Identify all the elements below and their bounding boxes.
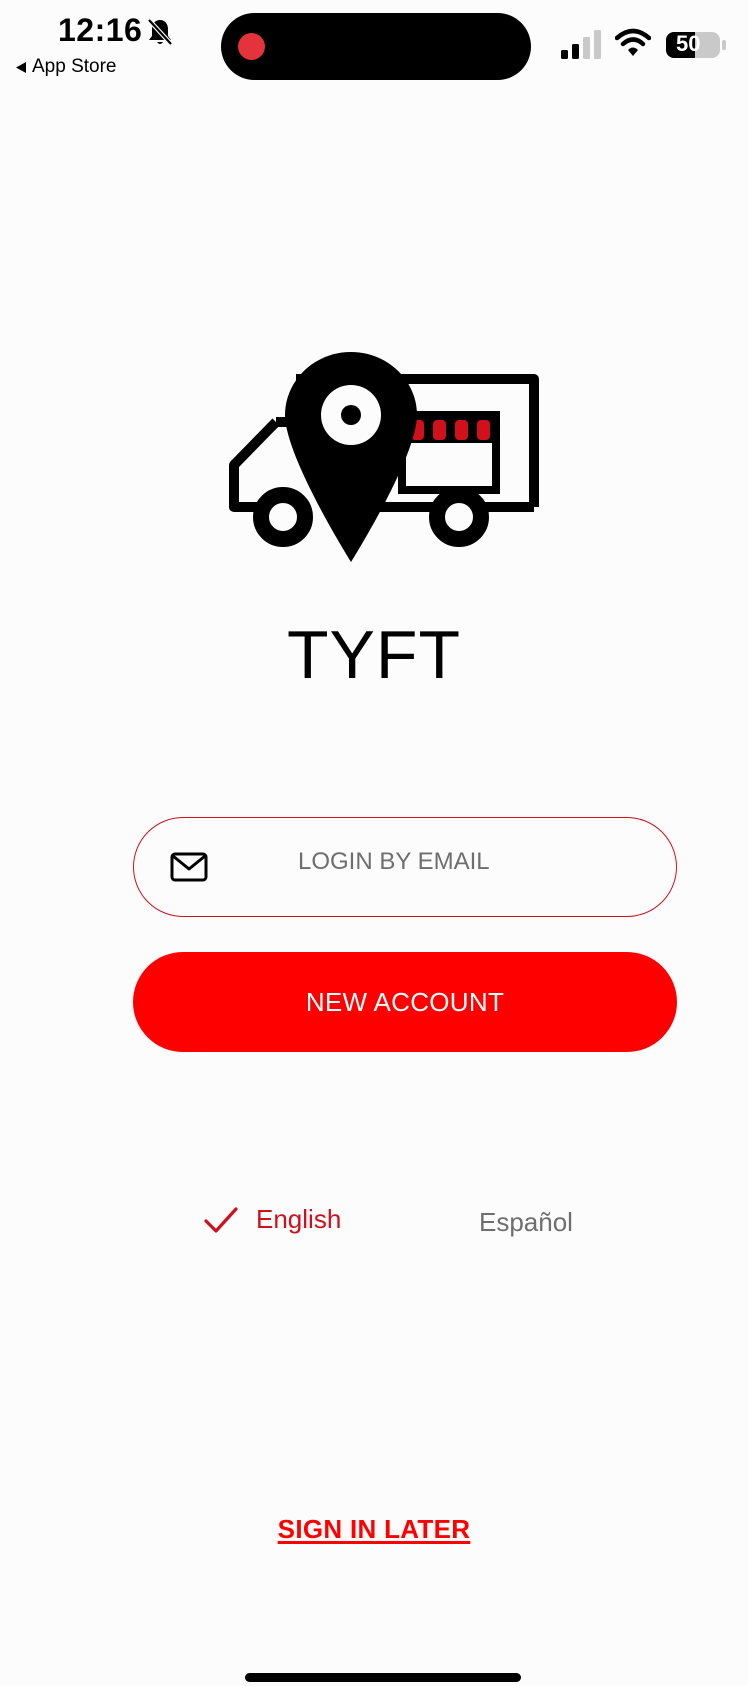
back-to-app-store-link[interactable]: App Store xyxy=(16,56,117,78)
signal-icon xyxy=(561,30,601,59)
status-time: 12:16 xyxy=(58,12,143,48)
food-truck-location-pin-logo xyxy=(229,352,539,562)
battery-percentage: 50 xyxy=(676,31,701,56)
app-name: TYFT xyxy=(287,617,461,693)
language-option-english-label: English xyxy=(256,1204,342,1234)
sign-in-later-link[interactable]: SIGN IN LATER xyxy=(0,1514,748,1545)
new-account-label: NEW ACCOUNT xyxy=(305,986,505,1017)
login-by-email-label: LOGIN BY EMAIL xyxy=(298,848,490,875)
dynamic-island xyxy=(221,13,531,80)
bell-slash-icon xyxy=(147,18,173,46)
back-link-label: App Store xyxy=(32,56,117,77)
home-indicator xyxy=(245,1673,521,1682)
check-icon xyxy=(204,1206,238,1233)
recording-indicator-icon xyxy=(238,33,265,60)
mail-icon xyxy=(170,852,208,882)
login-by-email-button[interactable]: LOGIN BY EMAIL xyxy=(133,817,677,917)
language-option-english[interactable]: English xyxy=(204,1204,341,1235)
wifi-icon xyxy=(615,28,651,56)
new-account-button[interactable]: NEW ACCOUNT xyxy=(133,952,677,1052)
back-arrow-icon xyxy=(16,61,26,73)
language-option-spanish[interactable]: Español xyxy=(479,1207,573,1238)
